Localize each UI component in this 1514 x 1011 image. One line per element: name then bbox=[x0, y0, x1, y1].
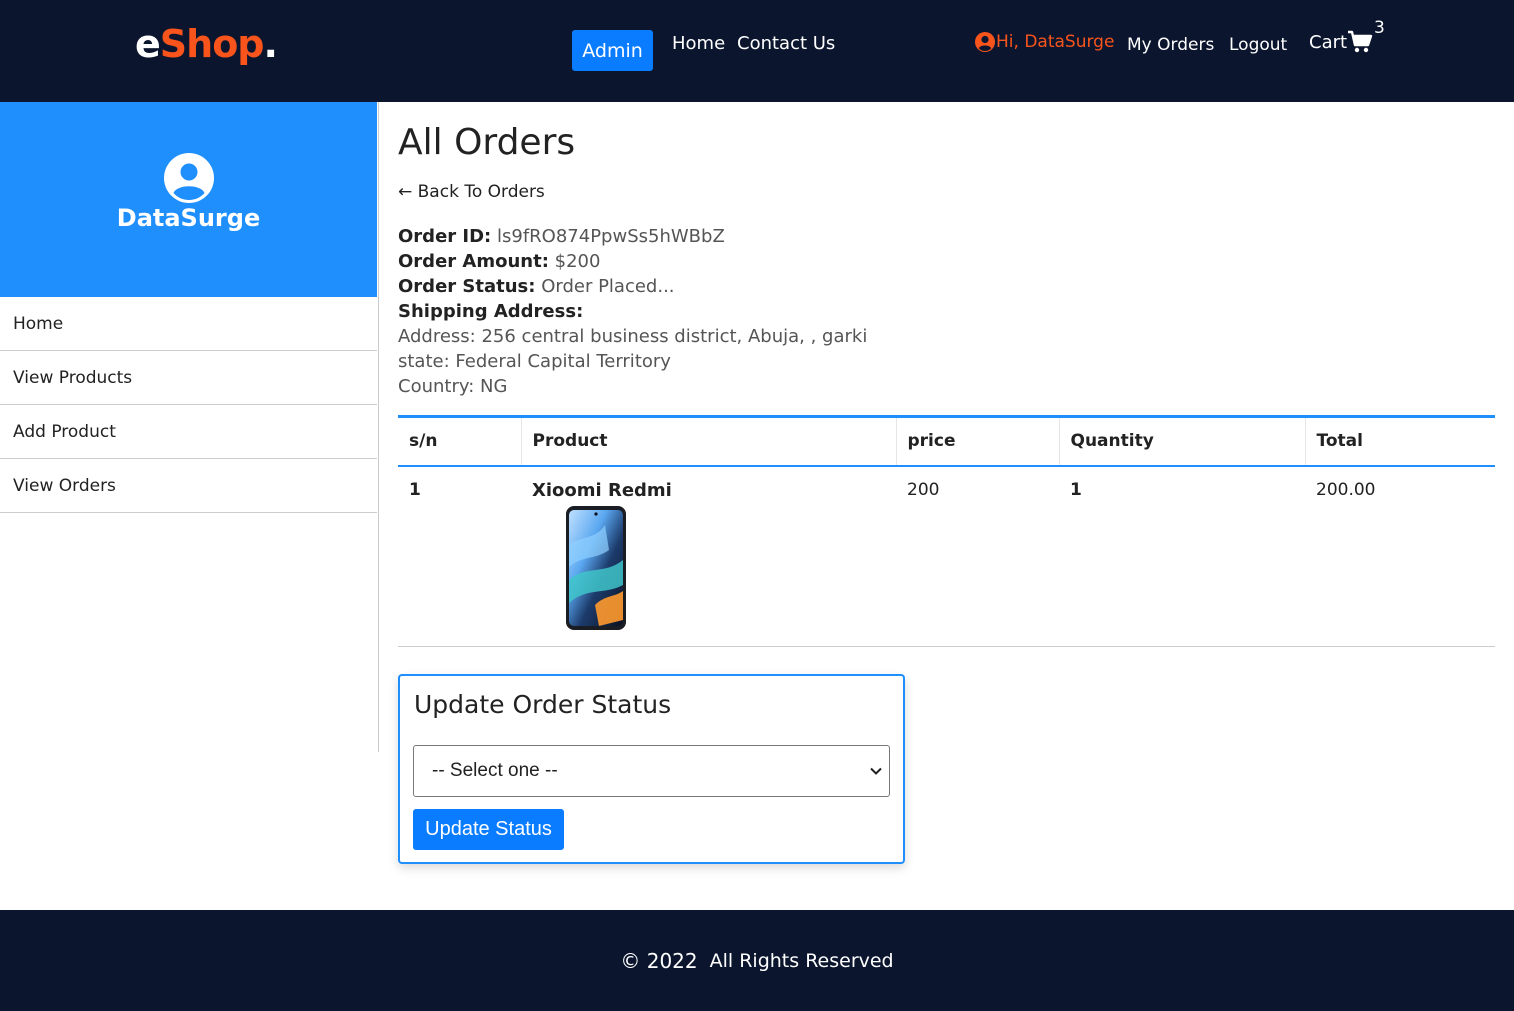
user-greeting[interactable]: Hi, DataSurge bbox=[975, 32, 1114, 52]
sidebar-item-add-product[interactable]: Add Product bbox=[0, 405, 377, 459]
order-id-label: Order ID: bbox=[398, 226, 492, 247]
logout-link[interactable]: Logout bbox=[1229, 35, 1287, 55]
cell-quantity: 1 bbox=[1070, 479, 1082, 500]
logo[interactable]: eShop. bbox=[135, 22, 278, 66]
column-header-sn: s/n bbox=[398, 416, 522, 466]
admin-sidebar: DataSurge Home View Products Add Product… bbox=[0, 102, 379, 752]
order-amount-value: $200 bbox=[554, 251, 601, 272]
back-to-orders-link[interactable]: ← Back To Orders bbox=[398, 182, 545, 202]
sidebar-item-home[interactable]: Home bbox=[0, 297, 377, 351]
footer-rights: All Rights Reserved bbox=[709, 949, 894, 972]
user-avatar-icon bbox=[164, 153, 214, 203]
sidebar-item-view-orders[interactable]: View Orders bbox=[0, 459, 377, 513]
order-amount-line: Order Amount: $200 bbox=[398, 249, 867, 274]
profile-panel: DataSurge bbox=[0, 102, 377, 297]
product-image bbox=[566, 505, 626, 630]
user-circle-icon bbox=[975, 32, 995, 52]
order-status-value: Order Placed... bbox=[541, 276, 675, 297]
order-id-line: Order ID: ls9fRO874PpwSs5hWBbZ bbox=[398, 224, 867, 249]
logo-main: e bbox=[135, 22, 161, 66]
column-header-quantity: Quantity bbox=[1059, 416, 1306, 466]
logo-accent: Shop bbox=[159, 22, 265, 66]
sidebar-item-view-products[interactable]: View Products bbox=[0, 351, 377, 405]
cart-icon bbox=[1348, 30, 1373, 53]
column-header-price: price bbox=[896, 416, 1060, 466]
status-select-value: -- Select one -- bbox=[432, 760, 558, 781]
order-status-line: Order Status: Order Placed... bbox=[398, 274, 867, 299]
sidebar-item-label: Add Product bbox=[13, 421, 116, 442]
sidebar-item-label: View Products bbox=[13, 367, 133, 388]
user-greeting-text: Hi, DataSurge bbox=[996, 32, 1115, 52]
column-header-total: Total bbox=[1316, 431, 1363, 452]
footer: © 2022 All Rights Reserved bbox=[0, 910, 1514, 1011]
order-status-label: Order Status: bbox=[398, 276, 536, 297]
status-select[interactable]: -- Select one -- bbox=[413, 745, 890, 797]
order-amount-label: Order Amount: bbox=[398, 251, 549, 272]
cell-price: 200 bbox=[907, 479, 940, 500]
shipping-address-label: Shipping Address: bbox=[398, 301, 584, 322]
update-status-button[interactable]: Update Status bbox=[413, 809, 564, 850]
nav-contact-link[interactable]: Contact Us bbox=[737, 33, 835, 54]
sidebar-item-label: Home bbox=[13, 313, 64, 334]
product-name: Xioomi Redmi bbox=[532, 479, 672, 501]
order-id-value: ls9fRO874PpwSs5hWBbZ bbox=[497, 226, 725, 247]
table-row: 1 Xioomi Redmi 200 1 200.00 bbox=[398, 466, 1495, 647]
cart-count-badge: 3 bbox=[1374, 18, 1385, 38]
cell-total: 200.00 bbox=[1316, 479, 1376, 500]
order-info: Order ID: ls9fRO874PpwSs5hWBbZ Order Amo… bbox=[398, 224, 867, 399]
shipping-state: state: Federal Capital Territory bbox=[398, 351, 671, 372]
column-header-product: Product bbox=[521, 416, 897, 466]
nav-home-link[interactable]: Home bbox=[672, 33, 725, 54]
profile-name: DataSurge bbox=[116, 204, 261, 232]
my-orders-link[interactable]: My Orders bbox=[1127, 35, 1214, 55]
cart-label: Cart bbox=[1309, 31, 1348, 53]
cart-link[interactable]: Cart bbox=[1309, 30, 1373, 54]
shipping-address-heading: Shipping Address: bbox=[398, 299, 867, 324]
logo-dot: . bbox=[263, 22, 278, 66]
update-status-title: Update Order Status bbox=[414, 690, 672, 719]
shipping-address: Address: 256 central business district, … bbox=[398, 326, 868, 347]
admin-button[interactable]: Admin bbox=[572, 30, 653, 71]
shipping-country: Country: NG bbox=[398, 376, 508, 397]
update-status-card: Update Order Status -- Select one -- Upd… bbox=[398, 674, 905, 864]
footer-copyright: © 2022 bbox=[620, 948, 698, 973]
table-header-row: s/n Product price Quantity Total bbox=[398, 416, 1495, 466]
cell-sn: 1 bbox=[409, 479, 421, 500]
top-navbar: eShop. Admin Home Contact Us Hi, DataSur… bbox=[0, 0, 1514, 102]
page-title: All Orders bbox=[398, 122, 576, 163]
sidebar-item-label: View Orders bbox=[13, 475, 116, 496]
order-items-table: s/n Product price Quantity Total 1 Xioom… bbox=[398, 415, 1495, 647]
chevron-down-icon bbox=[870, 767, 882, 775]
cell-product: Xioomi Redmi bbox=[521, 466, 896, 647]
